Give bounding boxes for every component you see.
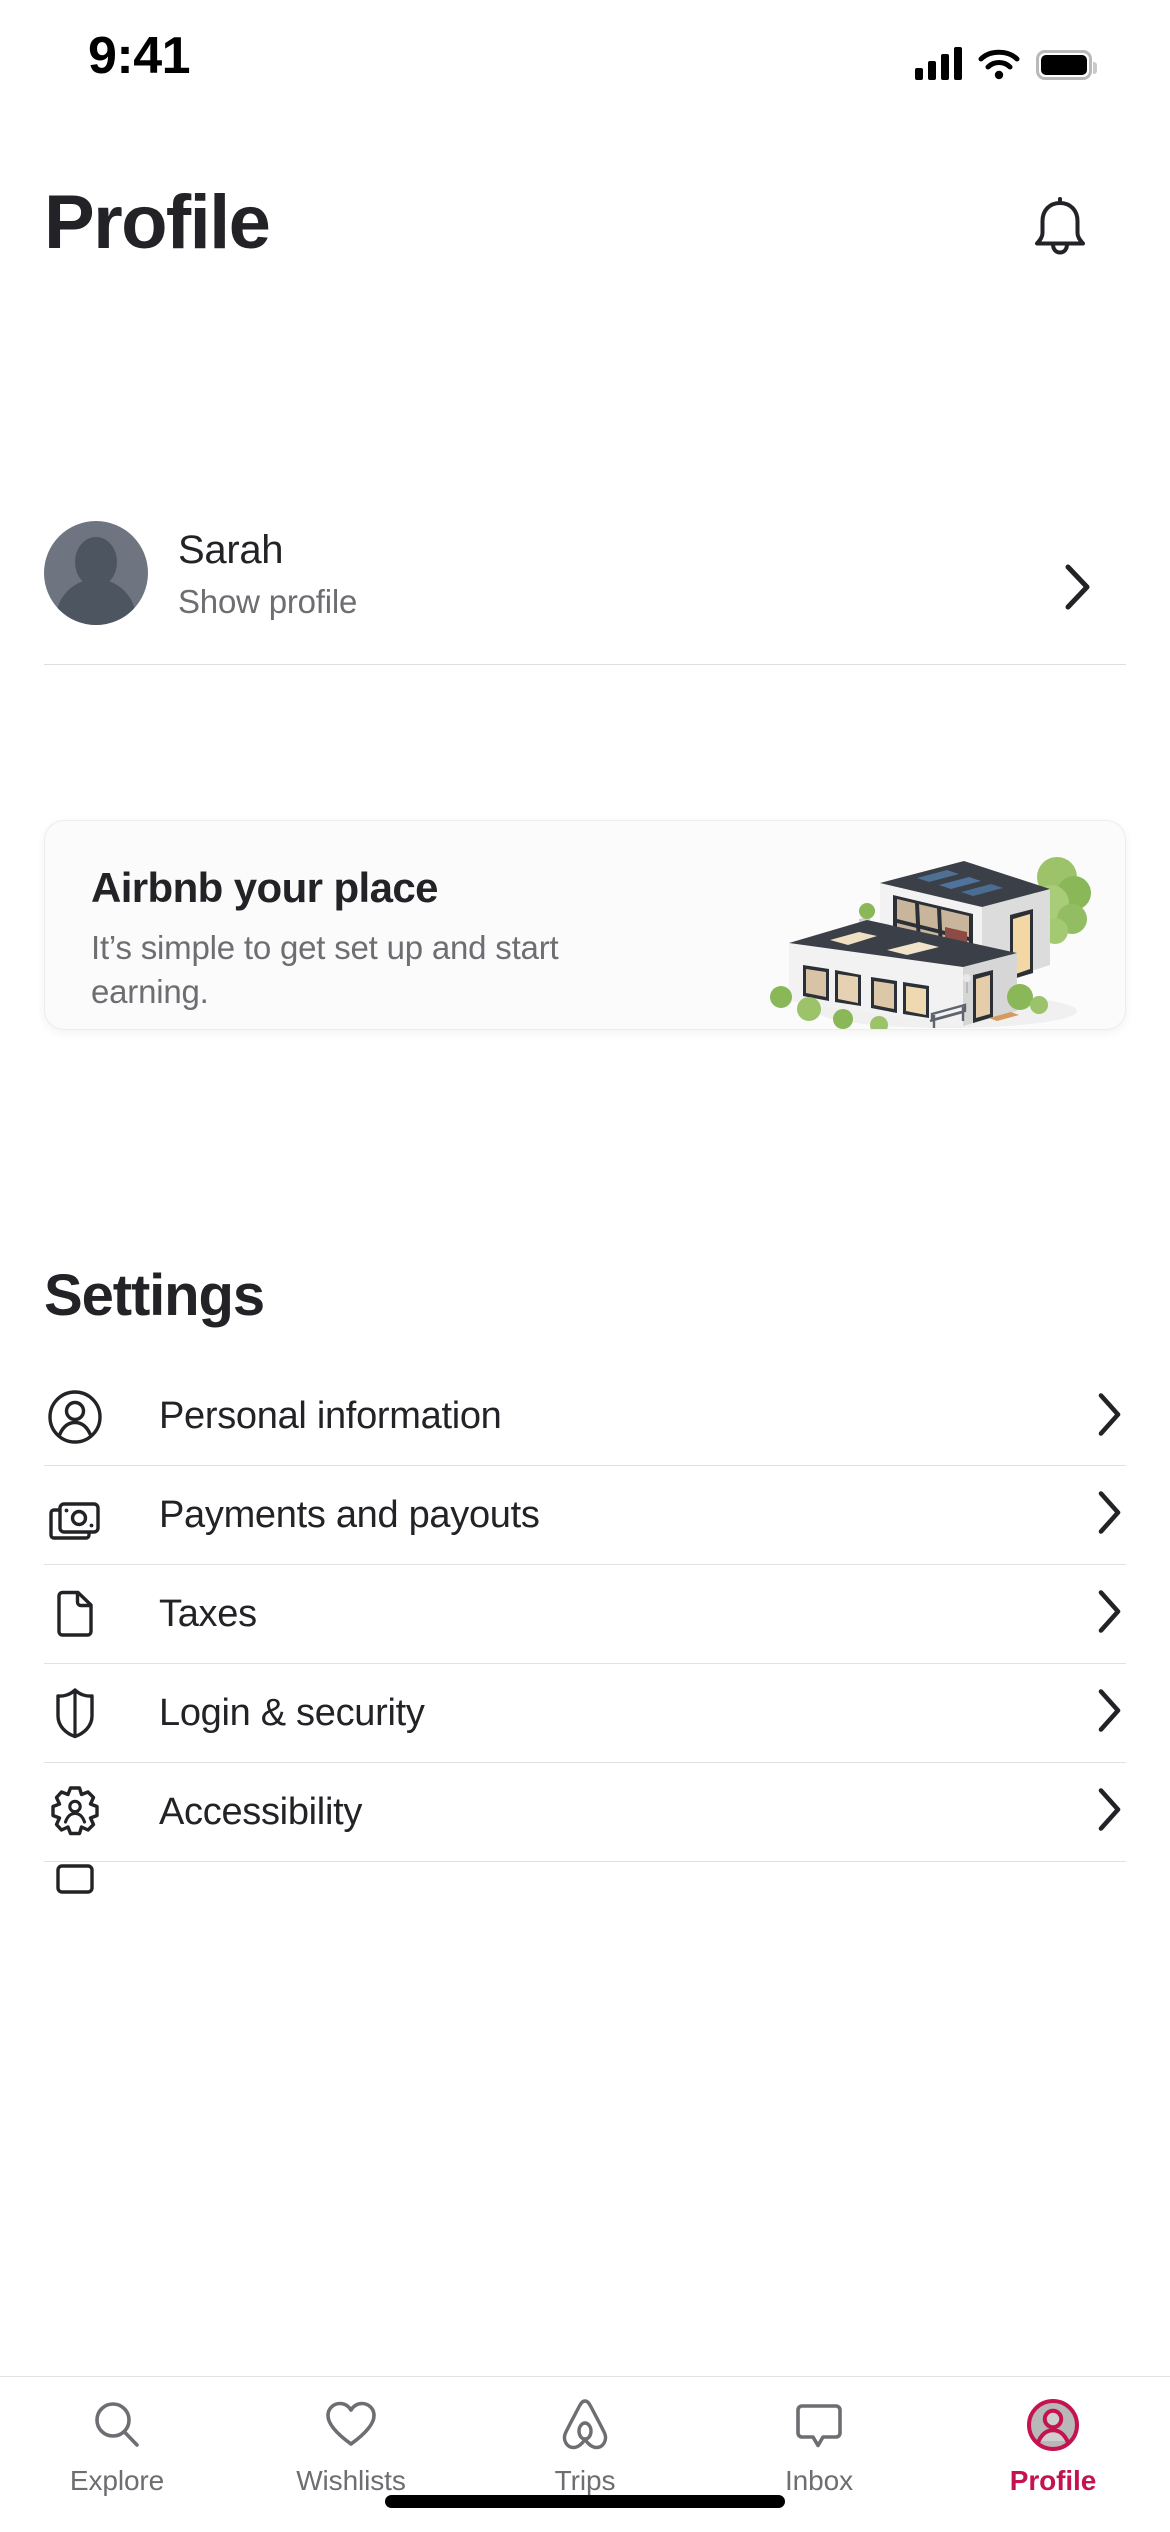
settings-item-label: Login & security [159, 1691, 425, 1734]
show-profile-label: Show profile [178, 583, 358, 621]
search-icon [89, 2394, 145, 2456]
settings-item-accessibility[interactable]: Accessibility [44, 1763, 1126, 1862]
cellular-signal-icon [915, 46, 962, 80]
user-row-divider [44, 664, 1126, 665]
avatar [44, 521, 148, 625]
settings-item-payments-and-payouts[interactable]: Payments and payouts [44, 1466, 1126, 1565]
person-circle-icon [44, 1386, 106, 1448]
bottom-tab-bar: Explore Wishlists Trips Inbox Profile [0, 2376, 1170, 2532]
tab-label: Explore [69, 2465, 165, 2496]
isometric-house-illustration [770, 857, 1091, 1029]
banknotes-icon [44, 1484, 106, 1546]
bell-icon [1035, 197, 1085, 255]
chevron-right-icon [1065, 564, 1090, 610]
app-screen: 9:41 Profile Sarah Show profile Airbnb y… [0, 0, 1170, 2532]
home-indicator [385, 2495, 785, 2508]
settings-item-next-partial[interactable] [44, 1862, 1126, 1896]
tab-wishlists[interactable]: Wishlists [234, 2377, 468, 2497]
tab-trips[interactable]: Trips [468, 2377, 702, 2497]
notifications-button[interactable] [1024, 191, 1096, 263]
settings-heading: Settings [44, 1263, 265, 1328]
shield-icon [44, 1682, 106, 1744]
tab-label: Inbox [785, 2465, 853, 2496]
page-header: Profile [0, 185, 1170, 295]
battery-icon [1036, 50, 1097, 80]
user-profile-row[interactable]: Sarah Show profile [0, 513, 1170, 655]
tab-profile[interactable]: Profile [936, 2377, 1170, 2497]
tab-label: Trips [554, 2465, 616, 2496]
chevron-right-icon[interactable] [1092, 1786, 1126, 1839]
settings-item-label: Taxes [159, 1592, 257, 1635]
tab-label: Profile [1009, 2465, 1097, 2496]
settings-item-label: Payments and payouts [159, 1493, 540, 1536]
settings-item-label: Accessibility [159, 1790, 363, 1833]
settings-item-label: Personal information [159, 1395, 502, 1437]
airbnb-your-place-card[interactable]: Airbnb your place It’s simple to get set… [44, 820, 1126, 1030]
wifi-icon [978, 49, 1020, 80]
heart-icon [323, 2394, 379, 2456]
settings-list: Personal information Payments and payout… [0, 1368, 1170, 1896]
chevron-right-icon[interactable] [1092, 1687, 1126, 1740]
chevron-right-icon[interactable] [1092, 1588, 1126, 1641]
tab-explore[interactable]: Explore [0, 2377, 234, 2497]
tab-label: Wishlists [296, 2465, 406, 2496]
avatar-body [56, 579, 136, 625]
settings-item-login-and-security[interactable]: Login & security [44, 1664, 1126, 1763]
partial-icon [44, 1862, 106, 1896]
profile-avatar-icon [1024, 2394, 1082, 2456]
chevron-right-icon[interactable] [1092, 1489, 1126, 1542]
settings-item-taxes[interactable]: Taxes [44, 1565, 1126, 1664]
status-bar: 9:41 [0, 0, 1170, 130]
tab-inbox[interactable]: Inbox [702, 2377, 936, 2497]
status-bar-time: 9:41 [88, 27, 191, 85]
settings-item-personal-information[interactable]: Personal information [44, 1368, 1126, 1466]
promo-subtitle: It’s simple to get set up and start earn… [91, 929, 559, 1010]
status-bar-indicators [915, 36, 1097, 80]
airbnb-belo-icon [557, 2394, 613, 2456]
message-bubble-icon [791, 2394, 847, 2456]
user-name: Sarah [178, 528, 284, 572]
page-title: Profile [44, 180, 271, 265]
gear-person-icon [44, 1781, 106, 1843]
promo-title: Airbnb your place [91, 864, 438, 911]
chevron-right-icon[interactable] [1092, 1390, 1126, 1443]
document-icon [44, 1583, 106, 1645]
user-texts: Sarah Show profile [178, 527, 357, 622]
user-row-chevron[interactable] [1058, 561, 1096, 618]
